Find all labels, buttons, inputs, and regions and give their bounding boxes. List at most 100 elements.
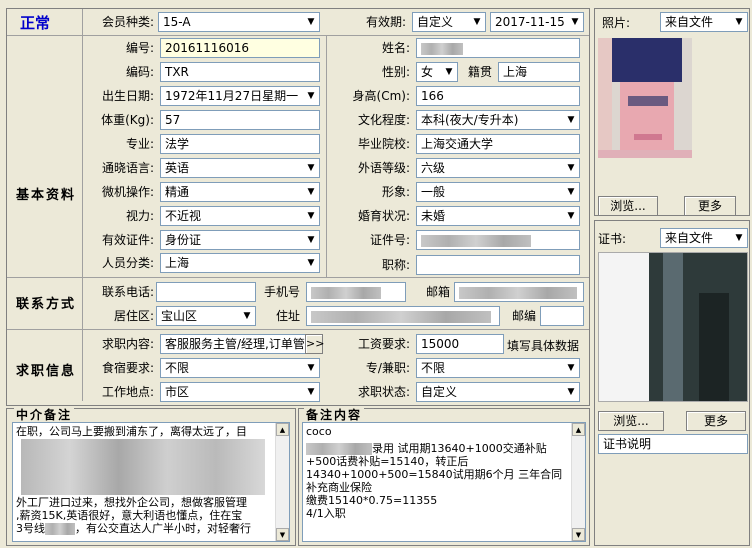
remark-line: 4/1入职 [306,507,346,520]
photo-browse-button[interactable]: 浏览... [598,196,658,216]
native-label: 籍贯 [467,65,492,79]
chevron-down-icon[interactable]: ▼ [731,13,747,31]
job-state-select[interactable]: 自定义 ▼ [416,382,580,402]
code-label: 编码: [125,65,154,79]
photo-label: 照片: [602,16,631,30]
id-field[interactable]: 20161116016 [160,38,320,58]
certificate-source-select[interactable]: 来自文件 ▼ [660,228,748,248]
certificate-browse-button[interactable]: 浏览... [598,411,664,431]
scroll-down-icon[interactable]: ▼ [276,528,289,541]
remark-line: 14340+1000+500=15840试用期6个月 三年合同 [306,468,563,481]
chevron-down-icon[interactable]: ▼ [441,63,457,81]
name-field[interactable] [416,38,580,58]
image-select[interactable]: 一般 ▼ [416,182,580,202]
agency-note-line: 在职，公司马上要搬到浦东了，离得太远了，目 [16,425,247,438]
computer-label: 微机操作: [101,185,154,199]
chevron-down-icon[interactable]: ▼ [303,254,319,272]
marriage-select[interactable]: 未婚 ▼ [416,206,580,226]
computer-value: 精通 [165,185,190,199]
gender-label: 性别: [381,65,410,79]
code-field[interactable]: TXR [160,62,320,82]
agency-note-line: 外工厂进口过来，想找外企公司，想做客服管理 [16,496,247,509]
photo-image [598,38,692,158]
basic-section-title: 基本资料 [16,188,77,203]
gender-value: 女 [421,65,434,79]
job-section-title: 求职信息 [16,364,77,379]
cert-type-select[interactable]: 身份证 ▼ [160,230,320,250]
member-type-select[interactable]: 15-A ▼ [158,12,320,32]
scroll-up-icon[interactable]: ▲ [572,423,585,436]
chevron-down-icon[interactable]: ▼ [563,359,579,377]
zip-field[interactable] [540,306,584,326]
school-field[interactable]: 上海交通大学 [416,134,580,154]
remarks-textarea[interactable]: coco 录用 试用期13640+1000交通补贴 +500话费补贴=15140… [302,422,586,542]
remarks-scrollbar[interactable]: ▲ ▼ [571,423,585,541]
chevron-down-icon[interactable]: ▼ [303,383,319,401]
chevron-down-icon[interactable]: ▼ [563,207,579,225]
district-value: 宝山区 [161,309,198,323]
lang-level-select[interactable]: 六级 ▼ [416,158,580,178]
scroll-up-icon[interactable]: ▲ [276,423,289,436]
validity-date-picker[interactable]: 2017-11-15 ▼ [490,12,584,32]
job-content-field[interactable]: 客服服务主管/经理,订单管 [160,334,306,354]
chevron-down-icon[interactable]: ▼ [303,207,319,225]
chevron-down-icon[interactable]: ▼ [731,229,747,247]
chevron-down-icon[interactable]: ▼ [303,159,319,177]
job-content-more-button[interactable]: >> [305,334,324,354]
agency-notes-textarea[interactable]: 在职，公司马上要搬到浦东了，离得太远了，目 外工厂进口过来，想找外企公司，想做客… [12,422,290,542]
scroll-down-icon[interactable]: ▼ [572,528,585,541]
edu-select[interactable]: 本科(夜大/专升本) ▼ [416,110,580,130]
major-field[interactable]: 法学 [160,134,320,154]
email-field[interactable] [454,282,584,302]
photo-source-value: 来自文件 [665,15,714,29]
photo-more-button[interactable]: 更多 [684,196,736,216]
birth-date-picker[interactable]: 1972年11月27日星期一 ▼ [160,86,320,106]
validity-date-value: 2017-11-15 [495,15,565,29]
lang-level-label: 外语等级: [357,161,410,175]
weight-field[interactable]: 57 [160,110,320,130]
phone-field[interactable] [156,282,256,302]
photo-face [620,82,674,152]
native-field[interactable]: 上海 [498,62,580,82]
title-field[interactable] [416,255,580,275]
blurred-station [45,523,75,535]
photo-source-select[interactable]: 来自文件 ▼ [660,12,748,32]
chevron-down-icon[interactable]: ▼ [303,87,319,105]
agency-notes-scrollbar[interactable]: ▲ ▼ [275,423,289,541]
lang-select[interactable]: 英语 ▼ [160,158,320,178]
chevron-down-icon[interactable]: ▼ [563,159,579,177]
chevron-down-icon[interactable]: ▼ [303,231,319,249]
chevron-down-icon[interactable]: ▼ [563,111,579,129]
board-select[interactable]: 不限 ▼ [160,358,320,378]
person-type-select[interactable]: 上海 ▼ [160,253,320,273]
chevron-down-icon[interactable]: ▼ [303,13,319,31]
vision-select[interactable]: 不近视 ▼ [160,206,320,226]
weight-label: 体重(Kg): [101,113,154,127]
chevron-down-icon[interactable]: ▼ [567,13,583,31]
cert-no-field[interactable] [416,230,580,250]
remark-line: +500话费补贴=15140，转正后 [306,455,469,468]
chevron-down-icon[interactable]: ▼ [303,359,319,377]
chevron-down-icon[interactable]: ▼ [563,383,579,401]
mobile-field[interactable] [306,282,406,302]
person-type-value: 上海 [165,256,190,270]
certificate-more-button[interactable]: 更多 [686,411,746,431]
chevron-down-icon[interactable]: ▼ [563,183,579,201]
computer-select[interactable]: 精通 ▼ [160,182,320,202]
parttime-select[interactable]: 不限 ▼ [416,358,580,378]
certificate-image [598,252,748,402]
chevron-down-icon[interactable]: ▼ [239,307,255,325]
address-field[interactable] [306,306,500,326]
validity-mode-select[interactable]: 自定义 ▼ [412,12,486,32]
blurred-note-region [21,439,265,495]
height-field[interactable]: 166 [416,86,580,106]
location-select[interactable]: 市区 ▼ [160,382,320,402]
salary-field[interactable]: 15000 [416,334,504,354]
board-value: 不限 [165,361,190,375]
remark-line: 录用 试用期13640+1000交通补贴 [372,442,547,455]
chevron-down-icon[interactable]: ▼ [469,13,485,31]
gender-select[interactable]: 女 ▼ [416,62,458,82]
certificate-desc-field[interactable]: 证书说明 [598,434,748,454]
chevron-down-icon[interactable]: ▼ [303,183,319,201]
district-select[interactable]: 宝山区 ▼ [156,306,256,326]
